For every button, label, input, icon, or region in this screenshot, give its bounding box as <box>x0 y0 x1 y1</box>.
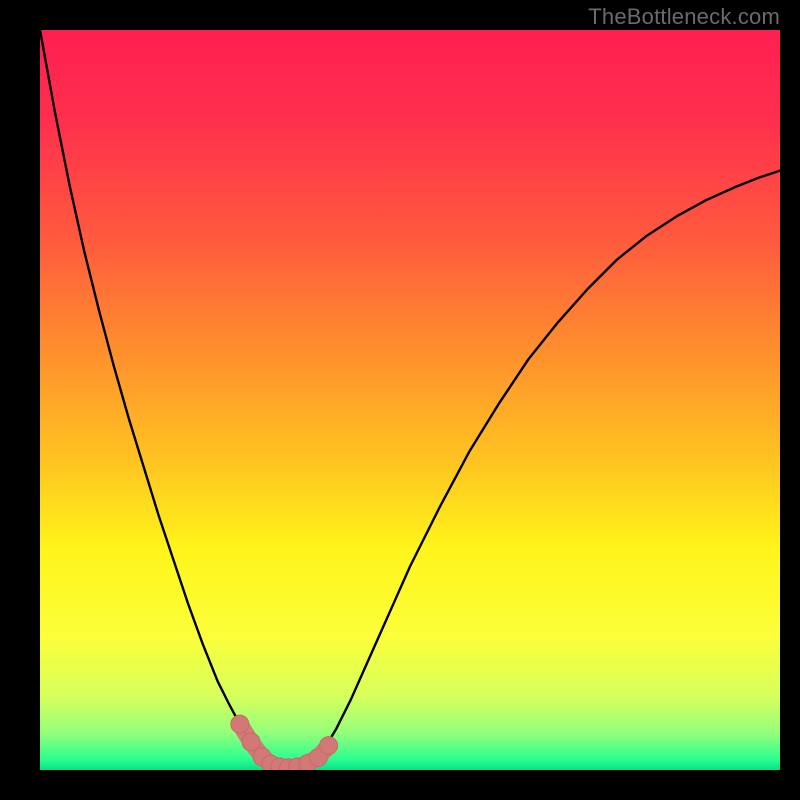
chart-frame: TheBottleneck.com <box>0 0 800 800</box>
watermark-text: TheBottleneck.com <box>588 4 780 30</box>
curve-markers <box>231 715 338 770</box>
bottleneck-curve <box>40 30 780 769</box>
curve-marker <box>242 733 260 751</box>
curve-layer <box>40 30 780 770</box>
curve-marker <box>320 737 338 755</box>
curve-marker <box>231 715 249 733</box>
plot-area <box>40 30 780 770</box>
